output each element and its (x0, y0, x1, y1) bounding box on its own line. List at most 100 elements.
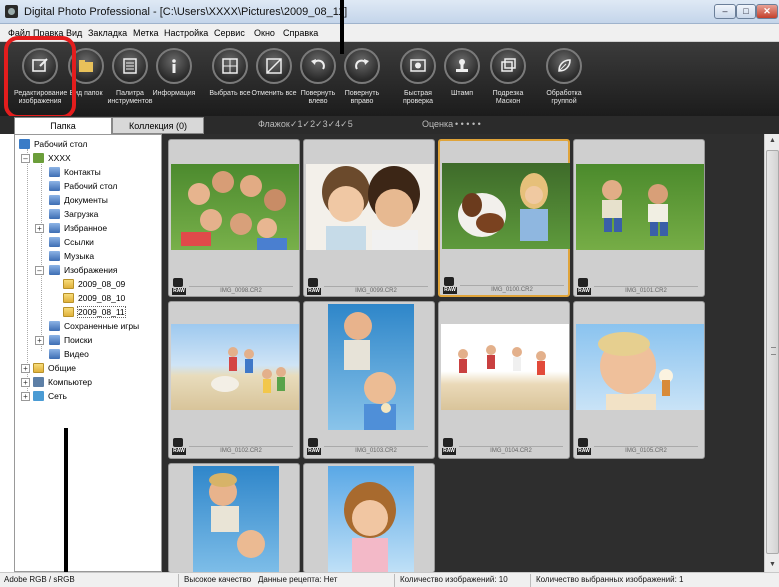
raw-badge: RAW (307, 288, 321, 295)
tree-item[interactable]: Ссылки (49, 236, 94, 249)
menu-service[interactable]: Сервис (214, 28, 245, 38)
file-name: IMG_0100.CR2 (491, 287, 533, 293)
stamp-button[interactable]: Штамп (436, 46, 488, 112)
thumbnail[interactable] (168, 463, 300, 573)
quality: Высокое качество (184, 575, 252, 584)
file-name: IMG_0102.CR2 (220, 448, 262, 454)
thumbnail[interactable]: RAW IMG_0104.CR2 (438, 301, 570, 459)
tree-item[interactable]: Изображения (49, 264, 117, 277)
photo (306, 164, 434, 250)
photo (328, 304, 414, 430)
links-icon (49, 237, 60, 247)
rating-filter-label: Оценка (422, 119, 454, 129)
raw-badge: RAW (442, 448, 456, 455)
raw-badge: RAW (172, 288, 186, 295)
folder-icon (63, 293, 74, 303)
toolbar: Редактирование изображения Вид папок Пал… (0, 42, 779, 116)
trim-button[interactable]: Подрезка Маскон (482, 46, 534, 112)
expand-toggle[interactable]: + (35, 224, 44, 233)
camera-icon (578, 438, 588, 447)
menu-bookmark[interactable]: Закладка (88, 28, 127, 38)
tree-item[interactable]: 2009_08_09 (63, 278, 125, 291)
menu-view[interactable]: Вид (66, 28, 82, 38)
tree-item[interactable]: XXXX (33, 152, 71, 165)
expand-toggle[interactable]: + (21, 364, 30, 373)
photo (576, 164, 704, 250)
thumbnail[interactable]: RAW IMG_0105.CR2 (573, 301, 705, 459)
status-bar: Adobe RGB / sRGB Высокое качество Данные… (0, 572, 779, 587)
photo (193, 466, 279, 572)
thumbnail[interactable]: RAW IMG_0101.CR2 (573, 139, 705, 297)
tree-item[interactable]: Рабочий стол (19, 138, 87, 151)
tree-item[interactable]: Общие (33, 362, 76, 375)
tree-item[interactable]: Сохраненные игры (49, 320, 139, 333)
tree-item[interactable]: Избранное (49, 222, 107, 235)
tree-item[interactable]: Контакты (49, 166, 101, 179)
raw-badge: RAW (443, 287, 457, 294)
menu-settings[interactable]: Настройка (164, 28, 208, 38)
thumbnail[interactable] (303, 463, 435, 573)
vertical-scrollbar[interactable]: ▲ ▼ (764, 134, 779, 572)
camera-icon (443, 438, 453, 447)
image-count: Количество изображений: 10 (400, 575, 508, 584)
scroll-down-icon[interactable]: ▼ (766, 558, 779, 572)
file-name: IMG_0098.CR2 (220, 288, 262, 294)
info-button[interactable]: Информация (148, 46, 200, 112)
tree-item-selected[interactable]: 2009_08_11 (63, 306, 126, 319)
batch-process-button[interactable]: Обработка группой (538, 46, 590, 112)
thumbnail-selected[interactable]: RAW IMG_0100.CR2 (438, 139, 570, 297)
rotate-right-button[interactable]: Повернуть вправо (336, 46, 388, 112)
saved-games-icon (49, 321, 60, 331)
file-name: IMG_0103.CR2 (355, 448, 397, 454)
tab-collection[interactable]: Коллекция (0) (112, 117, 204, 134)
folder-icon (63, 279, 74, 289)
tree-item[interactable]: Загрузка (49, 208, 98, 221)
tree-item[interactable]: Видео (49, 348, 89, 361)
rating-filter[interactable]: • • • • • (455, 119, 481, 129)
flag-filter[interactable]: ✓1✓2✓3✓4✓5 (290, 119, 353, 130)
window-title: Digital Photo Professional - [C:\Users\X… (24, 6, 348, 18)
scroll-up-icon[interactable]: ▲ (766, 134, 779, 148)
expand-toggle[interactable]: + (21, 392, 30, 401)
photo (576, 324, 704, 410)
collapse-toggle[interactable]: – (21, 154, 30, 163)
raw-badge: RAW (307, 448, 321, 455)
collapse-toggle[interactable]: – (35, 266, 44, 275)
recipe-data: Данные рецепта: Нет (258, 575, 338, 584)
expand-toggle[interactable]: + (35, 336, 44, 345)
raw-badge: RAW (577, 448, 591, 455)
maximize-button[interactable]: □ (736, 4, 756, 19)
scroll-thumb[interactable] (766, 150, 779, 554)
desktop-icon (19, 139, 30, 149)
computer-icon (33, 377, 44, 387)
quick-check-icon (400, 48, 436, 84)
tab-bar: Папка Коллекция (0) Флажок ✓1✓2✓3✓4✓5 Оц… (0, 116, 779, 134)
menu-window[interactable]: Окно (254, 28, 275, 38)
documents-icon (49, 195, 60, 205)
selected-count: Количество выбранных изображений: 1 (536, 575, 684, 584)
tree-item[interactable]: Сеть (33, 390, 67, 403)
tree-item[interactable]: Рабочий стол (49, 180, 117, 193)
callout-line-bottom (64, 428, 68, 587)
tree-item[interactable]: 2009_08_10 (63, 292, 125, 305)
photo (171, 324, 299, 410)
expand-toggle[interactable]: + (21, 378, 30, 387)
camera-icon (173, 278, 183, 287)
tree-item[interactable]: Музыка (49, 250, 94, 263)
tree-item[interactable]: Поиски (49, 334, 92, 347)
menu-mark[interactable]: Метка (133, 28, 159, 38)
thumbnail[interactable]: RAW IMG_0098.CR2 (168, 139, 300, 297)
tree-item[interactable]: Документы (49, 194, 108, 207)
thumbnail[interactable]: RAW IMG_0099.CR2 (303, 139, 435, 297)
music-icon (49, 251, 60, 261)
thumbnail[interactable]: RAW IMG_0103.CR2 (303, 301, 435, 459)
callout-line-top (340, 0, 344, 54)
pictures-icon (49, 265, 60, 275)
thumbnail[interactable]: RAW IMG_0102.CR2 (168, 301, 300, 459)
menu-help[interactable]: Справка (283, 28, 318, 38)
tab-folder[interactable]: Папка (14, 117, 112, 134)
file-name: IMG_0104.CR2 (490, 448, 532, 454)
minimize-button[interactable]: – (714, 4, 736, 19)
close-button[interactable]: ✕ (756, 4, 778, 19)
tree-item[interactable]: Компьютер (33, 376, 92, 389)
